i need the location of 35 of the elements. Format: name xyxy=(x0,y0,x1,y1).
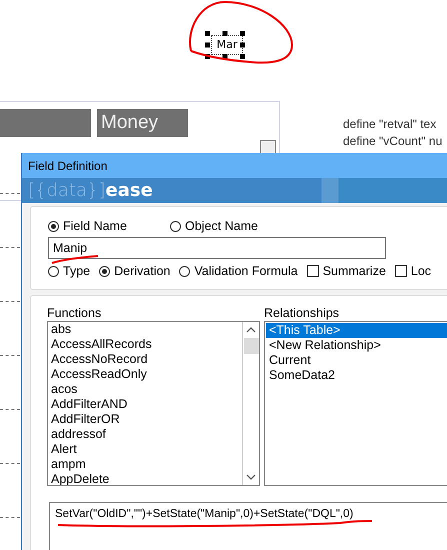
function-item[interactable]: abs xyxy=(51,322,242,337)
checkbox-option[interactable]: Loc xyxy=(394,264,432,278)
radio-option[interactable]: Validation Formula xyxy=(179,264,298,278)
script-line: define "vCount" nu xyxy=(343,133,442,150)
list-label: Functions xyxy=(47,306,102,321)
name-field[interactable]: Manip xyxy=(48,237,386,259)
radio-option[interactable]: Field Name xyxy=(48,219,158,233)
script-line: define "retval" tex xyxy=(343,116,438,133)
relationship-item[interactable]: Current xyxy=(266,353,447,368)
function-item[interactable]: addressof xyxy=(51,427,242,442)
radio-option[interactable]: Derivation xyxy=(99,264,170,278)
radio-option[interactable]: Type xyxy=(48,264,90,278)
relationship-item[interactable]: <New Relationship> xyxy=(266,338,447,353)
function-item[interactable]: AccessReadOnly xyxy=(51,367,242,382)
function-item[interactable]: Alert xyxy=(51,442,242,457)
radio-option[interactable]: Object Name xyxy=(170,219,258,233)
formula-field[interactable]: SetVar("OldID","")+SetState("Manip",0)+SetState("DQL",0) xyxy=(49,502,447,550)
function-item[interactable]: ampm xyxy=(51,457,242,472)
annotation-underline xyxy=(52,255,98,264)
relationship-item[interactable]: SomeData2 xyxy=(266,368,447,383)
logo: [{data}]ease xyxy=(28,180,153,201)
scroll-thumb[interactable] xyxy=(244,338,258,354)
selection-handles-icon xyxy=(205,31,245,59)
function-item[interactable]: AddFilterAND xyxy=(51,397,242,412)
function-item[interactable]: AccessAllRecords xyxy=(51,337,242,352)
checkbox-option[interactable]: Summarize xyxy=(306,264,386,278)
function-item[interactable]: acos xyxy=(51,382,242,397)
canvas-label[interactable]: Mar xyxy=(212,36,242,54)
formula-text: SetVar("OldID","")+SetState("Manip",0)+SetState("DQL",0) xyxy=(55,507,354,521)
list-label: Relationships xyxy=(264,306,340,321)
function-item[interactable]: AddFilterOR xyxy=(51,412,242,427)
window-title: Field Definition xyxy=(28,158,108,172)
header-label: Money xyxy=(101,112,158,133)
relationship-item[interactable]: <This Table> xyxy=(266,323,447,338)
function-item[interactable]: AccessNoRecord xyxy=(51,352,242,367)
